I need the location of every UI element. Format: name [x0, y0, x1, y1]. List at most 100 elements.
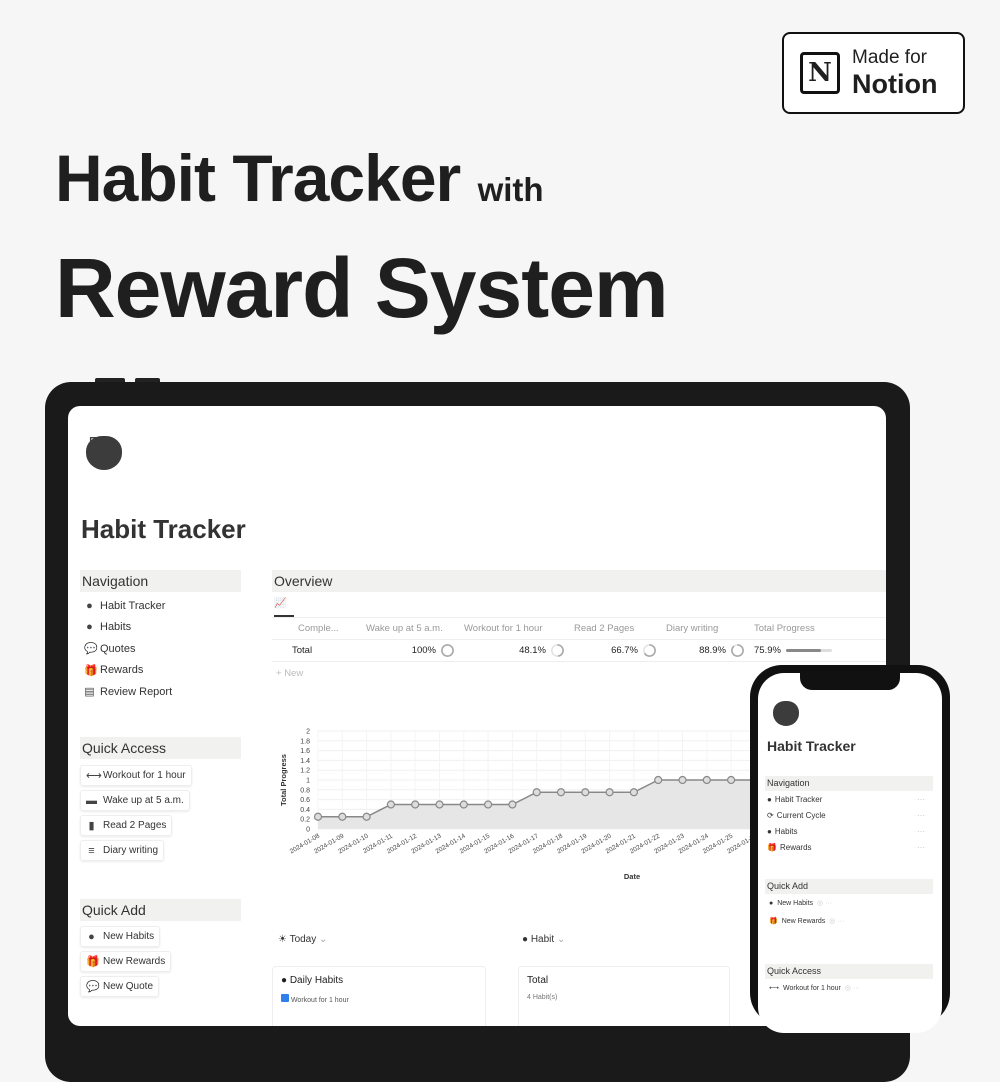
progress-bar — [785, 649, 832, 652]
data-point — [678, 775, 687, 785]
gift-icon: 🎁 — [767, 842, 777, 852]
new-row-label: New — [284, 667, 304, 679]
apple-icon:  — [86, 430, 122, 473]
quick-add-button[interactable]: 💬 New Quote — [80, 976, 160, 997]
more-icon[interactable]: ··· — [917, 811, 933, 820]
column-header[interactable]: Diary writing — [662, 623, 750, 634]
quick-access-button[interactable]: ⟷ Workout for 1 hour — [80, 765, 192, 786]
sidebar-item-review-report[interactable]: ▤ Review Report — [84, 681, 241, 703]
dumbbell-icon: ⟷ — [86, 770, 102, 782]
phone-quick-add-button[interactable]: 🎁 New Rewards ◎ ··· — [765, 912, 933, 930]
habit-total-title: Total — [527, 975, 549, 986]
speech-bubble-icon: 💬 — [84, 643, 98, 656]
y-tick-label: 0.6 — [300, 797, 310, 804]
quick-access-button[interactable]: ▬ Wake up at 5 a.m. — [80, 790, 190, 811]
dumbbell-icon: ⟷ — [769, 985, 780, 992]
phone-nav-label: Habits — [774, 826, 798, 836]
progress-value: 100% — [411, 645, 436, 656]
data-point — [702, 775, 711, 785]
checkbox-checked[interactable] — [281, 994, 289, 1002]
phone-navigation-heading: Navigation — [765, 776, 933, 791]
phone-nav-item[interactable]: ● Habit Tracker ··· — [765, 791, 933, 807]
sidebar-item-rewards[interactable]: 🎁 Rewards — [84, 660, 241, 682]
phone-quick-access-heading: Quick Access — [765, 964, 933, 979]
data-point — [386, 800, 396, 809]
column-header[interactable]: Comple... — [272, 623, 362, 634]
column-header[interactable]: Read 2 Pages — [570, 623, 662, 634]
button-label: Wake up at 5 a.m. — [103, 795, 184, 806]
y-tick-label: 1 — [306, 778, 310, 785]
phone-nav-label: Habit Tracker — [774, 794, 823, 804]
y-axis-label: Total Progress — [279, 754, 288, 806]
data-point — [362, 812, 371, 821]
y-tick-label: 2 — [306, 729, 310, 736]
habit-item: Workout for 1 hour — [290, 997, 349, 1004]
nav-label: Habits — [100, 621, 132, 634]
data-point — [532, 788, 541, 797]
phone-screen: Habit Tracker Navigation ● Habit Tracker ·… — [758, 673, 942, 1033]
data-point — [605, 788, 614, 797]
phone-nav-item[interactable]: ● Habits ··· — [765, 823, 933, 839]
apple-icon: ● — [86, 621, 93, 634]
phone-quick-add-heading: Quick Add — [765, 879, 933, 894]
sidebar-item-quotes[interactable]: 💬 Quotes — [84, 638, 241, 660]
button-label: Read 2 Pages — [103, 820, 167, 831]
progress-value: 48.1% — [519, 645, 546, 656]
quick-add-button[interactable]: 🎁 New Rewards — [80, 951, 172, 972]
more-icon[interactable]: ··· — [917, 795, 933, 804]
quick-add-heading: Quick Add — [80, 899, 241, 921]
apple-icon: ● — [767, 794, 772, 804]
apple-icon: ● — [86, 599, 93, 612]
button-label: Workout for 1 hour — [783, 984, 841, 992]
today-view-toggle[interactable]: ☀ Today ⌄ — [278, 934, 327, 945]
progress-cell: 75.9% — [750, 645, 850, 656]
phone-frame: Habit Tracker Navigation ● Habit Tracker ·… — [750, 665, 950, 1033]
nav-label: Habit Tracker — [100, 599, 166, 612]
data-point — [338, 812, 347, 821]
phone-nav-label: Current Cycle — [776, 810, 826, 820]
column-header[interactable]: Wake up at 5 a.m. — [362, 623, 460, 634]
progress-ring — [441, 644, 454, 657]
sidebar-item-habits[interactable]: ● Habits — [84, 617, 241, 639]
y-tick-label: 0.8 — [300, 787, 310, 794]
daily-habits-card[interactable]: ● Daily Habits Workout for 1 hour — [272, 966, 486, 1026]
column-header[interactable]: Workout for 1 hour — [460, 623, 570, 634]
bed-icon: ▬ — [86, 794, 97, 807]
apple-icon: ● — [88, 930, 95, 943]
badge-line2: Notion — [852, 68, 938, 99]
quick-access-button[interactable]: ≡ Diary writing — [80, 840, 165, 861]
chart-view-tab[interactable]: 📈 — [274, 598, 294, 617]
button-label: Diary writing — [103, 845, 159, 856]
more-icon[interactable]: ··· — [917, 843, 933, 852]
habit-view-toggle[interactable]: ● Habit ⌄ — [522, 934, 565, 945]
quick-access-button[interactable]: ▮ Read 2 Pages — [80, 815, 173, 836]
sidebar-item-habit-tracker[interactable]: ● Habit Tracker — [84, 595, 241, 617]
phone-quick-access-button[interactable]: ⟷ Workout for 1 hour ◎ ··· — [765, 979, 933, 997]
data-point — [727, 775, 736, 785]
headline-line2: Reward System — [55, 241, 669, 335]
phone-nav-label: Rewards — [779, 842, 812, 852]
apple-icon — [773, 701, 799, 726]
more-icon[interactable]: ··· — [917, 827, 933, 836]
speech-bubble-icon: 💬 — [86, 981, 100, 993]
data-point — [313, 812, 323, 821]
button-label: New Habits — [103, 931, 155, 942]
nav-label: Review Report — [100, 685, 173, 698]
phone-nav-item[interactable]: 🎁 Rewards ··· — [765, 839, 933, 855]
data-point — [435, 800, 444, 809]
habit-total-card[interactable]: Total 4 Habit(s) — [518, 966, 730, 1026]
y-tick-label: 0 — [306, 827, 310, 834]
progress-ring — [551, 644, 564, 657]
data-point — [508, 800, 517, 809]
phone-nav-item[interactable]: ⟳ Current Cycle ··· — [765, 807, 933, 823]
phone-quick-add-button[interactable]: ● New Habits ◎ ··· — [765, 894, 933, 912]
report-icon: ▤ — [84, 686, 95, 699]
data-point — [629, 788, 638, 797]
quick-add-button[interactable]: ● New Habits — [80, 926, 161, 947]
column-header[interactable]: Total Progress — [750, 623, 850, 634]
progress-cell: 88.9% — [662, 644, 750, 657]
badge-line1: Made for — [852, 46, 927, 68]
x-axis-label: Date — [624, 872, 640, 881]
data-point — [654, 775, 663, 785]
button-label: New Rewards — [103, 956, 166, 967]
